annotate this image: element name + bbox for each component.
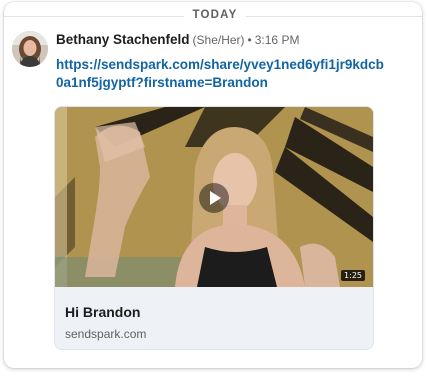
avatar-photo [12,31,48,67]
play-button[interactable] [199,183,229,213]
link-preview-card[interactable]: 1:25 Hi Brandon sendspark.com [54,106,374,350]
divider-line-left [4,16,184,17]
message-card: TODAY Bethany Stachenfeld (She/Her) • 3:16 … [4,2,422,368]
preview-domain: sendspark.com [65,327,147,341]
avatar[interactable] [12,31,48,67]
author-name[interactable]: Bethany Stachenfeld [56,32,190,47]
video-thumbnail[interactable]: 1:25 [55,107,373,287]
message-link[interactable]: https://sendspark.com/share/yvey1ned6yfi… [56,56,386,92]
separator-dot: • [247,33,252,47]
day-divider-label[interactable]: TODAY [184,9,246,21]
play-icon [210,191,221,205]
message-timestamp[interactable]: 3:16 PM [255,33,300,47]
message-header: Bethany Stachenfeld (She/Her) • 3:16 PM [56,32,299,47]
divider-line-right [246,16,422,17]
preview-title[interactable]: Hi Brandon [65,304,140,320]
author-pronouns: (She/Her) [192,33,245,47]
video-duration: 1:25 [341,270,365,281]
day-divider: TODAY [4,9,422,25]
